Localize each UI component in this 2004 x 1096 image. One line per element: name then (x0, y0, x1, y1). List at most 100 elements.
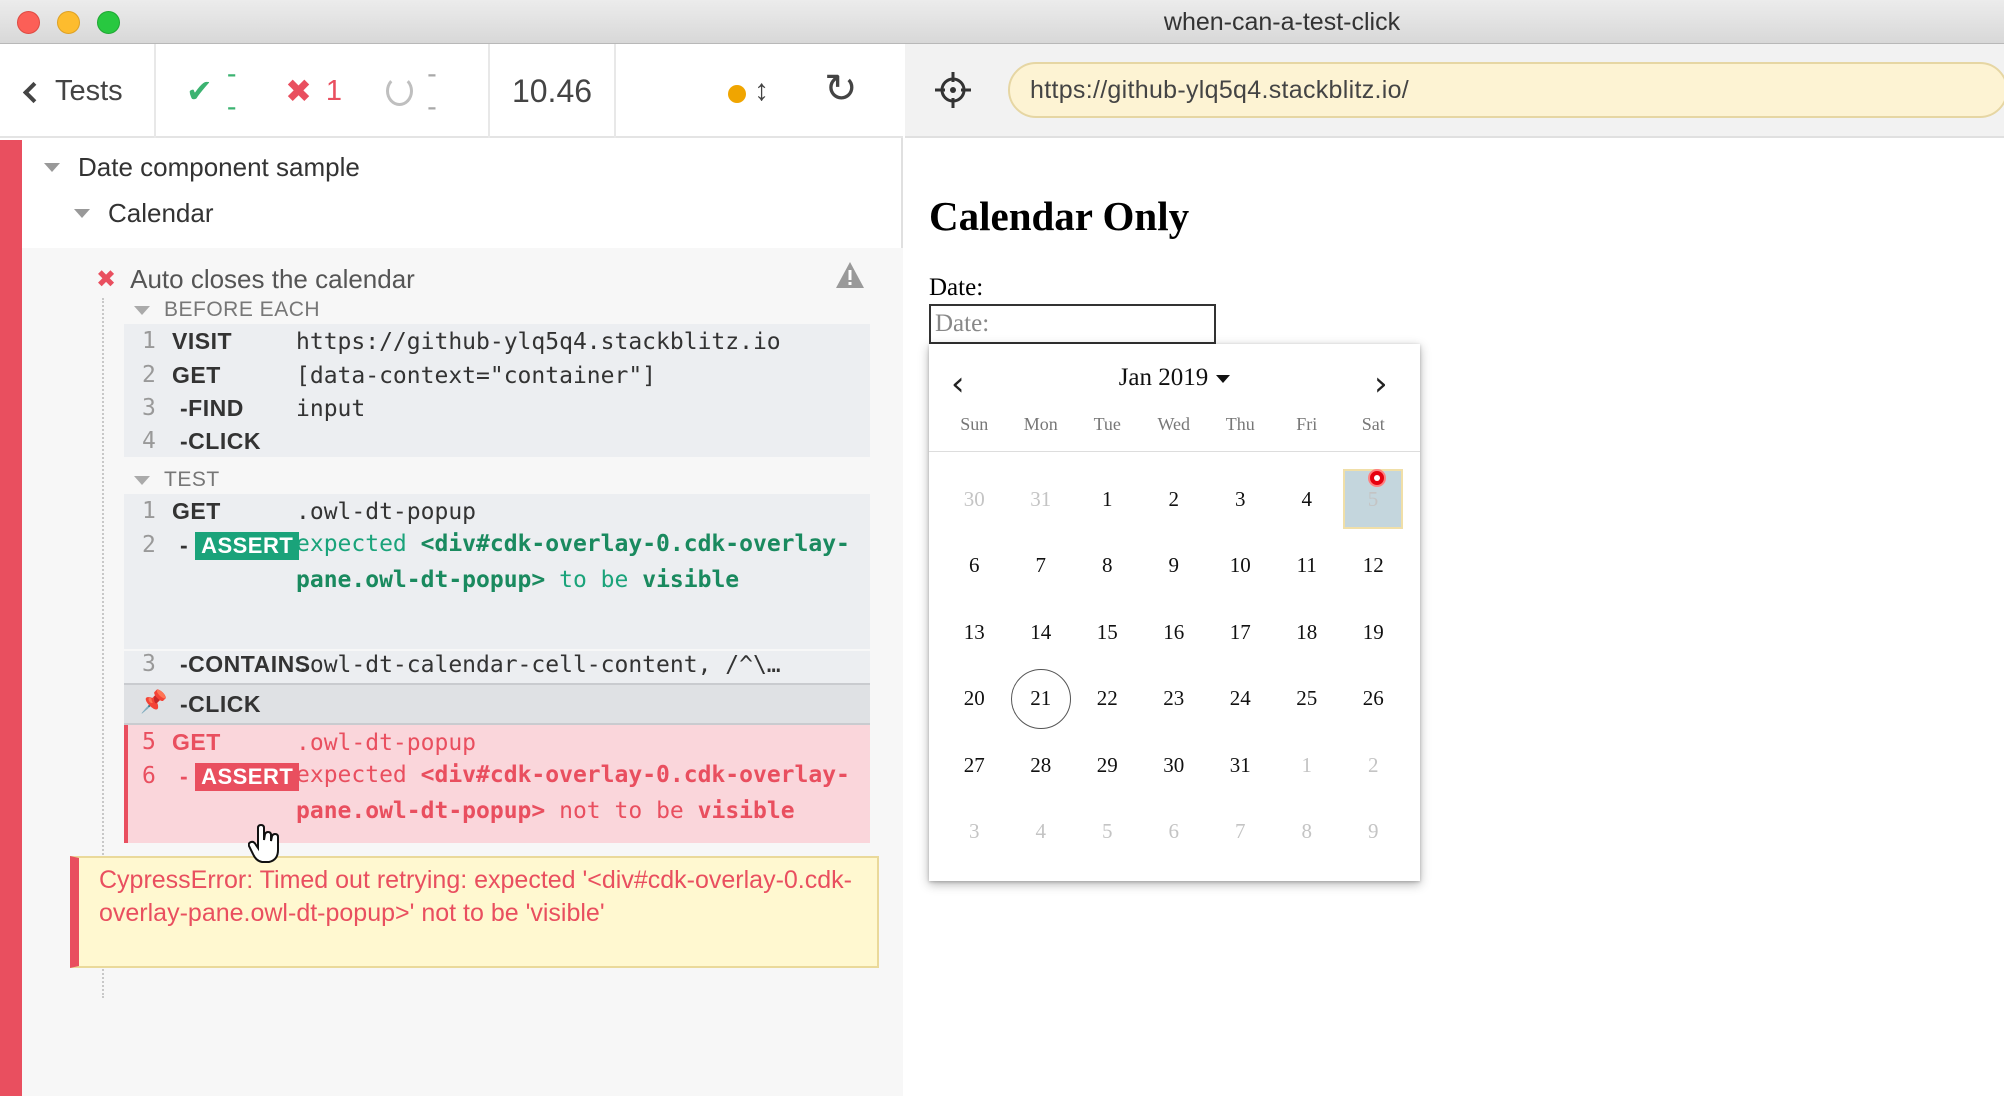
calendar-day[interactable]: 3 (941, 799, 1008, 866)
test-title-row[interactable]: ✖ Auto closes the calendar (96, 264, 415, 295)
page-heading: Calendar Only (929, 193, 1190, 239)
day-number: 5 (1367, 486, 1379, 511)
weekday-header: Sun Mon Tue Wed Thu Fri Sat (941, 414, 1407, 435)
failed-stat: ✖ 1 (285, 72, 342, 110)
calendar-day[interactable]: 17 (1207, 599, 1274, 666)
calendar-day[interactable]: 3 (1207, 466, 1274, 533)
calendar-day[interactable]: 15 (1074, 599, 1141, 666)
calendar-week: 13 14 15 16 17 18 19 (941, 599, 1407, 666)
pinned-command-row[interactable]: 📌 -CLICK (124, 683, 870, 725)
date-input[interactable]: Date: (929, 304, 1216, 344)
calendar-day[interactable]: 1 (1274, 732, 1341, 799)
calendar-day[interactable]: 13 (941, 599, 1008, 666)
calendar-day[interactable]: 7 (1207, 799, 1274, 866)
calendar-day[interactable]: 24 (1207, 666, 1274, 733)
calendar-day[interactable]: 27 (941, 732, 1008, 799)
hook-label: TEST (164, 468, 220, 491)
calendar-day[interactable]: 9 (1340, 799, 1407, 866)
calendar-day[interactable]: 10 (1207, 533, 1274, 600)
stats-bar: ✔ -- ✖ 1 -- (156, 44, 490, 138)
auto-scroll-toggle-icon[interactable]: ↕ (754, 74, 769, 108)
command-name: GET (172, 729, 221, 755)
assert-badge: ASSERT (195, 532, 300, 560)
calendar-day[interactable]: 11 (1274, 533, 1341, 600)
calendar-popup: ‹ Jan 2019 › Sun Mon Tue Wed Thu Fri Sat… (929, 344, 1420, 881)
calendar-day[interactable]: 5 (1074, 799, 1141, 866)
assert-end: visible (697, 798, 795, 824)
calendar-day[interactable]: 31 (1207, 732, 1274, 799)
calendar-day[interactable]: 8 (1074, 533, 1141, 600)
hook-before-each[interactable]: BEFORE EACH (134, 298, 320, 322)
command-dash: - (180, 532, 189, 558)
calendar-day[interactable]: 28 (1008, 732, 1075, 799)
hook-test[interactable]: TEST (134, 468, 220, 492)
runnables-tree: Date component sample Calendar ✖ Auto cl… (0, 140, 903, 1096)
tests-button[interactable]: Tests (0, 44, 156, 138)
calendar-day[interactable]: 18 (1274, 599, 1341, 666)
aut-header: https://github-ylq5q4.stackblitz.io/ (905, 44, 2004, 138)
calendar-week: 27 28 29 30 31 1 2 (941, 732, 1407, 799)
command-name: VISIT (172, 328, 233, 354)
calendar-day[interactable]: 6 (1141, 799, 1208, 866)
calendar-week: 30 31 1 2 3 4 5 (941, 466, 1407, 533)
calendar-day[interactable]: 20 (941, 666, 1008, 733)
calendar-day[interactable]: 23 (1141, 666, 1208, 733)
calendar-day[interactable]: 4 (1008, 799, 1075, 866)
command-row[interactable]: 3 -FIND input (124, 395, 870, 427)
calendar-day-today[interactable]: 21 (1008, 666, 1075, 733)
calendar-day[interactable]: 1 (1074, 466, 1141, 533)
calendar-day[interactable]: 12 (1340, 533, 1407, 600)
error-message[interactable]: CypressError: Timed out retrying: expect… (70, 856, 879, 968)
command-message: input (296, 396, 366, 422)
calendar-day[interactable]: 4 (1274, 466, 1341, 533)
calendar-day[interactable]: 30 (1141, 732, 1208, 799)
calendar-day[interactable]: 7 (1008, 533, 1075, 600)
window-title: when-can-a-test-click (1163, 8, 1401, 36)
calendar-day[interactable]: 29 (1074, 732, 1141, 799)
command-row-assert-failed[interactable]: 6 - ASSERT expected <div#cdk-overlay-0.c… (128, 762, 874, 843)
calendar-day[interactable]: 16 (1141, 599, 1208, 666)
command-number: 6 (142, 763, 156, 789)
chevron-right-icon[interactable]: › (1374, 364, 1388, 404)
selector-playground-icon[interactable] (933, 70, 973, 110)
calendar-day[interactable]: 9 (1141, 533, 1208, 600)
calendar-day[interactable]: 19 (1340, 599, 1407, 666)
test-title: Auto closes the calendar (130, 264, 415, 294)
calendar-day[interactable]: 2 (1340, 732, 1407, 799)
command-number: 4 (142, 428, 156, 454)
command-row[interactable]: 3 -CONTAINS .owl-dt-calendar-cell-conten… (124, 651, 870, 683)
calendar-day[interactable]: 6 (941, 533, 1008, 600)
calendar-day[interactable]: 8 (1274, 799, 1341, 866)
calendar-day[interactable]: 2 (1141, 466, 1208, 533)
suite-child[interactable]: Calendar (74, 198, 214, 229)
calendar-week: 3 4 5 6 7 8 9 (941, 799, 1407, 866)
rerun-icon[interactable]: ↻ (824, 66, 858, 112)
calendar-day[interactable]: 31 (1008, 466, 1075, 533)
calendar-day[interactable]: 22 (1074, 666, 1141, 733)
caret-down-icon (74, 209, 90, 218)
calendar-day[interactable]: 30 (941, 466, 1008, 533)
calendar-day-selected[interactable]: 5 (1343, 469, 1403, 529)
command-row[interactable]: 4 -CLICK (124, 428, 870, 460)
command-message: https://github-ylq5q4.stackblitz.io (296, 329, 781, 355)
failed-commands: 5 GET .owl-dt-popup 6 - ASSERT expected … (124, 725, 870, 843)
assert-message: expected <div#cdk-overlay-0.cdk-overlay-… (296, 526, 856, 598)
calendar-day[interactable]: 26 (1340, 666, 1407, 733)
command-row-assert[interactable]: 2 - ASSERT expected <div#cdk-overlay-0.c… (124, 531, 870, 642)
failed-x-icon: ✖ (96, 266, 117, 293)
assert-end: visible (642, 567, 740, 593)
command-name: -CONTAINS (180, 651, 311, 677)
period-button[interactable]: Jan 2019 (929, 364, 1420, 392)
calendar-day[interactable]: 25 (1274, 666, 1341, 733)
period-label: Jan 2019 (1118, 364, 1209, 391)
aut-url-bar[interactable]: https://github-ylq5q4.stackblitz.io/ (1008, 62, 2004, 118)
caret-down-icon (134, 305, 150, 315)
caret-down-icon (1216, 375, 1231, 384)
command-row[interactable]: 1 VISIT https://github-ylq5q4.stackblitz… (124, 328, 870, 360)
suite-root[interactable]: Date component sample (44, 152, 360, 183)
calendar-day[interactable]: 14 (1008, 599, 1075, 666)
command-name: -CLICK (180, 691, 261, 717)
calendar-week: 20 21 22 23 24 25 26 (941, 666, 1407, 733)
command-row[interactable]: 2 GET [data-context="container"] (124, 362, 870, 394)
command-number: 3 (142, 395, 156, 421)
